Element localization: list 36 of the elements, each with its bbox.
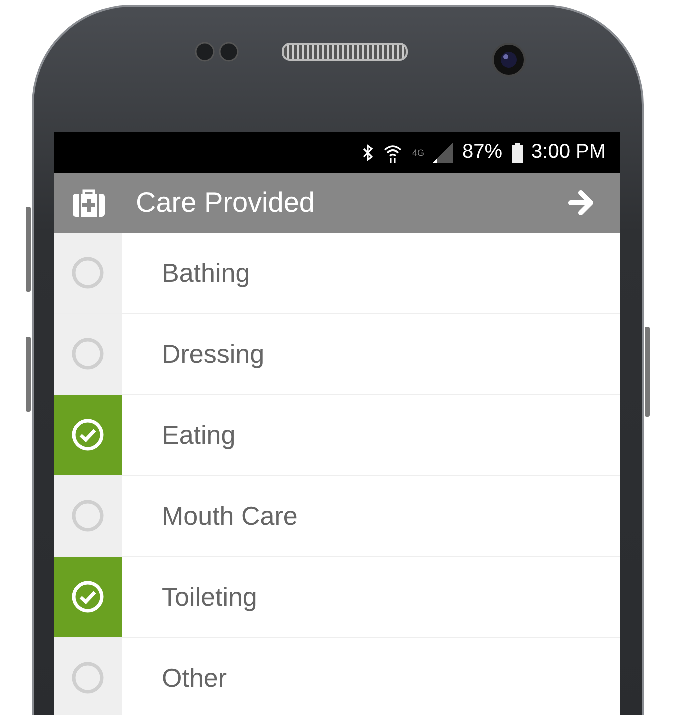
empty-circle-icon [71, 337, 105, 371]
item-label: Eating [162, 420, 236, 450]
empty-circle-icon [71, 661, 105, 695]
item-label: Mouth Care [162, 500, 298, 532]
checkbox[interactable] [54, 395, 122, 475]
care-item[interactable]: Mouth Care [54, 476, 620, 557]
check-circle-icon [71, 580, 105, 614]
checkbox[interactable] [54, 233, 122, 313]
care-item[interactable]: Other [54, 638, 620, 715]
checkbox[interactable] [54, 638, 122, 715]
first-aid-kit-icon [73, 189, 105, 217]
camera-icon [492, 42, 526, 76]
arrow-right-icon [568, 190, 596, 216]
item-label: Toileting [162, 582, 258, 612]
bluetooth-icon [362, 144, 374, 162]
care-item[interactable]: Eating [54, 395, 620, 476]
item-label: Dressing [162, 338, 265, 370]
care-item[interactable]: Bathing [54, 233, 620, 314]
signal-icon [433, 142, 454, 162]
check-circle-icon [71, 418, 105, 452]
checkbox[interactable] [54, 476, 122, 556]
battery-icon [512, 142, 523, 162]
checkbox[interactable] [54, 557, 122, 637]
item-label: Other [162, 662, 228, 694]
item-label: Bathing [162, 258, 250, 288]
battery-percent: 87% [462, 141, 503, 164]
sensor-icon [194, 41, 240, 63]
header-title: Care Provided [136, 187, 316, 219]
empty-circle-icon [71, 256, 105, 290]
care-item[interactable]: Dressing [54, 314, 620, 395]
empty-circle-icon [71, 499, 105, 533]
care-item[interactable]: Toileting [54, 557, 620, 638]
wifi-icon [383, 142, 404, 162]
checkbox[interactable] [54, 314, 122, 394]
network-type: 4G [412, 148, 424, 158]
status-time: 3:00 PM [532, 141, 606, 164]
